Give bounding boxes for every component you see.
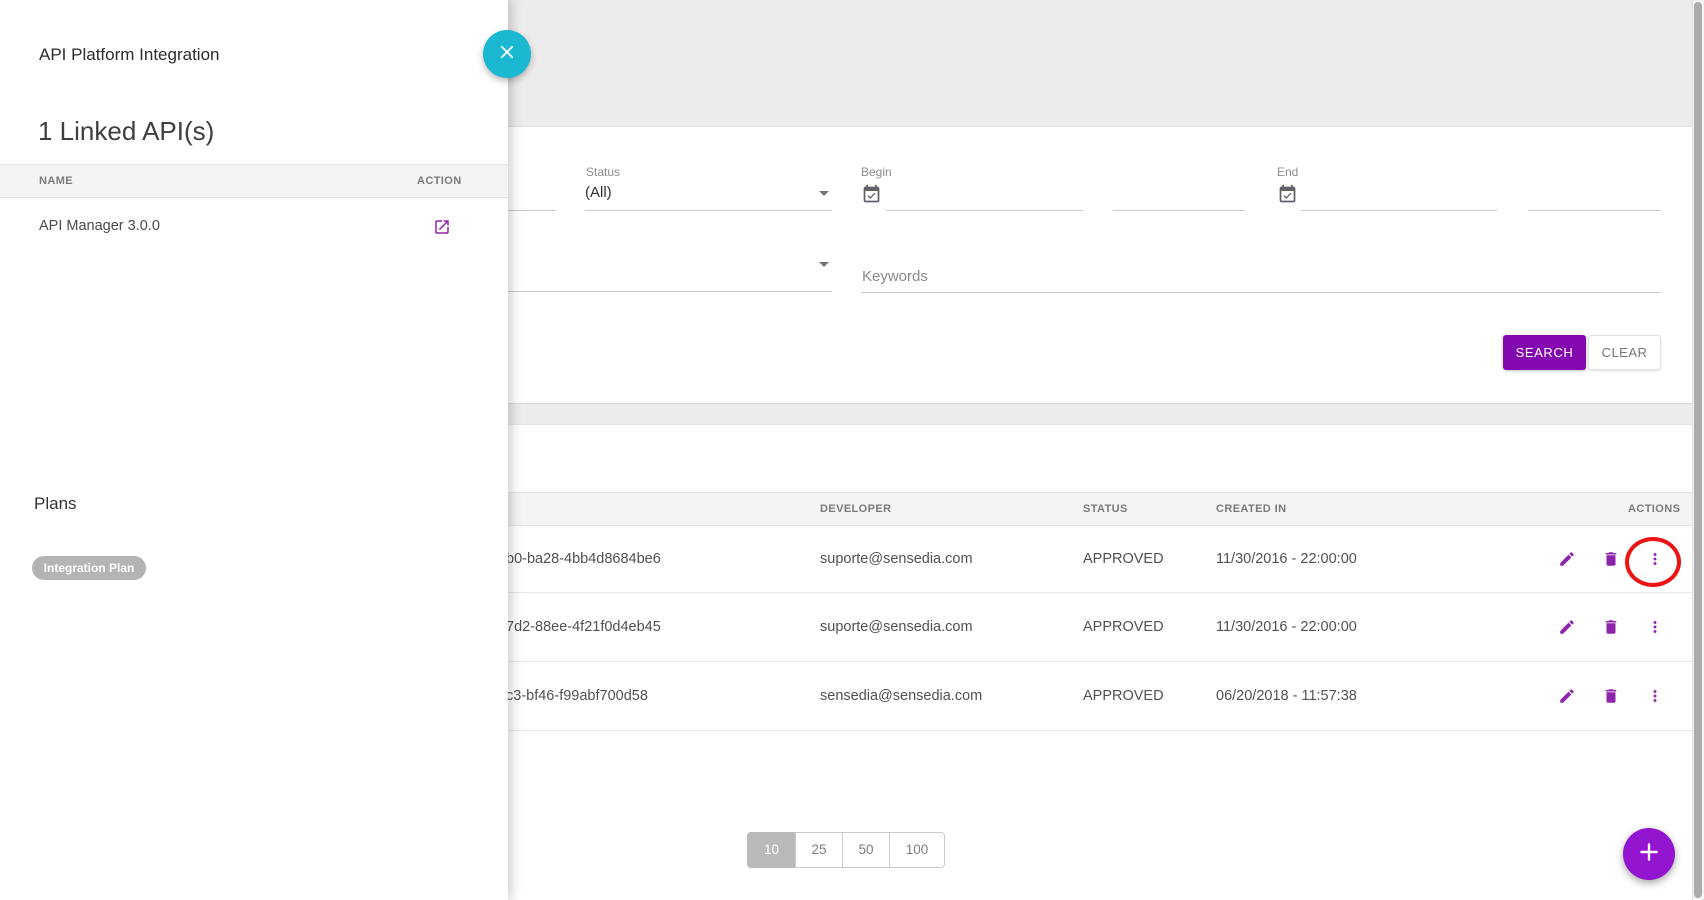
linked-api-name: API Manager 3.0.0 — [39, 218, 160, 234]
search-button[interactable]: SEARCH — [1503, 335, 1586, 370]
app-status: APPROVED — [1083, 688, 1164, 704]
end-label: End — [1277, 165, 1298, 179]
app-id: c3-bf46-f99abf700d58 — [506, 688, 648, 704]
page-size-50[interactable]: 50 — [842, 832, 890, 868]
annotation-circle — [1625, 537, 1681, 587]
clear-button[interactable]: CLEAR — [1588, 335, 1661, 370]
status-select-underline — [585, 210, 832, 211]
plan-chip[interactable]: Integration Plan — [32, 556, 146, 580]
api-platform-integration-drawer: API Platform Integration 1 Linked API(s)… — [0, 0, 508, 900]
column-header-actions: ACTIONS — [1628, 503, 1680, 515]
end-time-input[interactable] — [1528, 210, 1661, 211]
app-status: APPROVED — [1083, 619, 1164, 635]
caret-down-icon[interactable] — [819, 191, 829, 196]
trash-icon[interactable] — [1602, 618, 1620, 636]
app-status: APPROVED — [1083, 551, 1164, 567]
begin-date-input[interactable] — [886, 210, 1083, 211]
caret-down-icon[interactable] — [819, 262, 829, 267]
column-header-name: NAME — [39, 175, 73, 187]
page-size-100[interactable]: 100 — [889, 832, 945, 868]
page-size-selector: 10 25 50 100 — [747, 832, 945, 868]
app-created-in: 06/20/2018 - 11:57:38 — [1216, 688, 1357, 704]
app-screen: Status (All) Begin End Keywords SEARCH C… — [0, 0, 1704, 900]
page-size-10[interactable]: 10 — [747, 832, 796, 868]
app-developer: suporte@sensedia.com — [820, 619, 973, 635]
close-icon — [496, 41, 518, 68]
end-date-input[interactable] — [1301, 210, 1497, 211]
keywords-input[interactable]: Keywords — [862, 268, 928, 285]
end-calendar-icon[interactable] — [1277, 184, 1298, 205]
begin-label: Begin — [861, 165, 892, 179]
begin-calendar-icon[interactable] — [861, 184, 882, 205]
column-header-action: ACTION — [417, 175, 462, 187]
status-select-value[interactable]: (All) — [585, 184, 612, 201]
drawer-title: API Platform Integration — [39, 45, 219, 65]
app-created-in: 11/30/2016 - 22:00:00 — [1216, 551, 1357, 567]
add-app-button[interactable] — [1623, 828, 1675, 880]
status-label: Status — [586, 165, 620, 179]
app-id: b0-ba28-4bb4d8684be6 — [506, 551, 661, 567]
open-in-new-icon[interactable] — [433, 218, 451, 236]
page-size-25[interactable]: 25 — [795, 832, 843, 868]
column-header-created-in: CREATED IN — [1216, 503, 1286, 515]
column-header-status: STATUS — [1083, 503, 1128, 515]
edit-pencil-icon[interactable] — [1558, 687, 1576, 705]
kebab-menu-icon[interactable] — [1646, 687, 1664, 705]
app-created-in: 11/30/2016 - 22:00:00 — [1216, 619, 1357, 635]
linked-apis-table-header: NAME ACTION — [0, 164, 508, 198]
edit-pencil-icon[interactable] — [1558, 618, 1576, 636]
scrollbar-thumb[interactable] — [1694, 2, 1702, 898]
plus-icon — [1636, 839, 1662, 870]
linked-apis-heading: 1 Linked API(s) — [38, 116, 214, 147]
app-developer: suporte@sensedia.com — [820, 551, 973, 567]
filter-input-partial[interactable] — [500, 210, 556, 211]
kebab-menu-icon[interactable] — [1646, 618, 1664, 636]
plans-heading: Plans — [34, 494, 77, 514]
trash-icon[interactable] — [1602, 550, 1620, 568]
close-drawer-button[interactable] — [483, 30, 531, 78]
column-header-developer: DEVELOPER — [820, 503, 891, 515]
app-developer: sensedia@sensedia.com — [820, 688, 982, 704]
app-id: 7d2-88ee-4f21f0d4eb45 — [506, 619, 661, 635]
begin-time-input[interactable] — [1113, 210, 1245, 211]
filter-select-partial[interactable] — [500, 291, 832, 292]
keywords-input-underline — [861, 292, 1661, 293]
edit-pencil-icon[interactable] — [1558, 550, 1576, 568]
trash-icon[interactable] — [1602, 687, 1620, 705]
